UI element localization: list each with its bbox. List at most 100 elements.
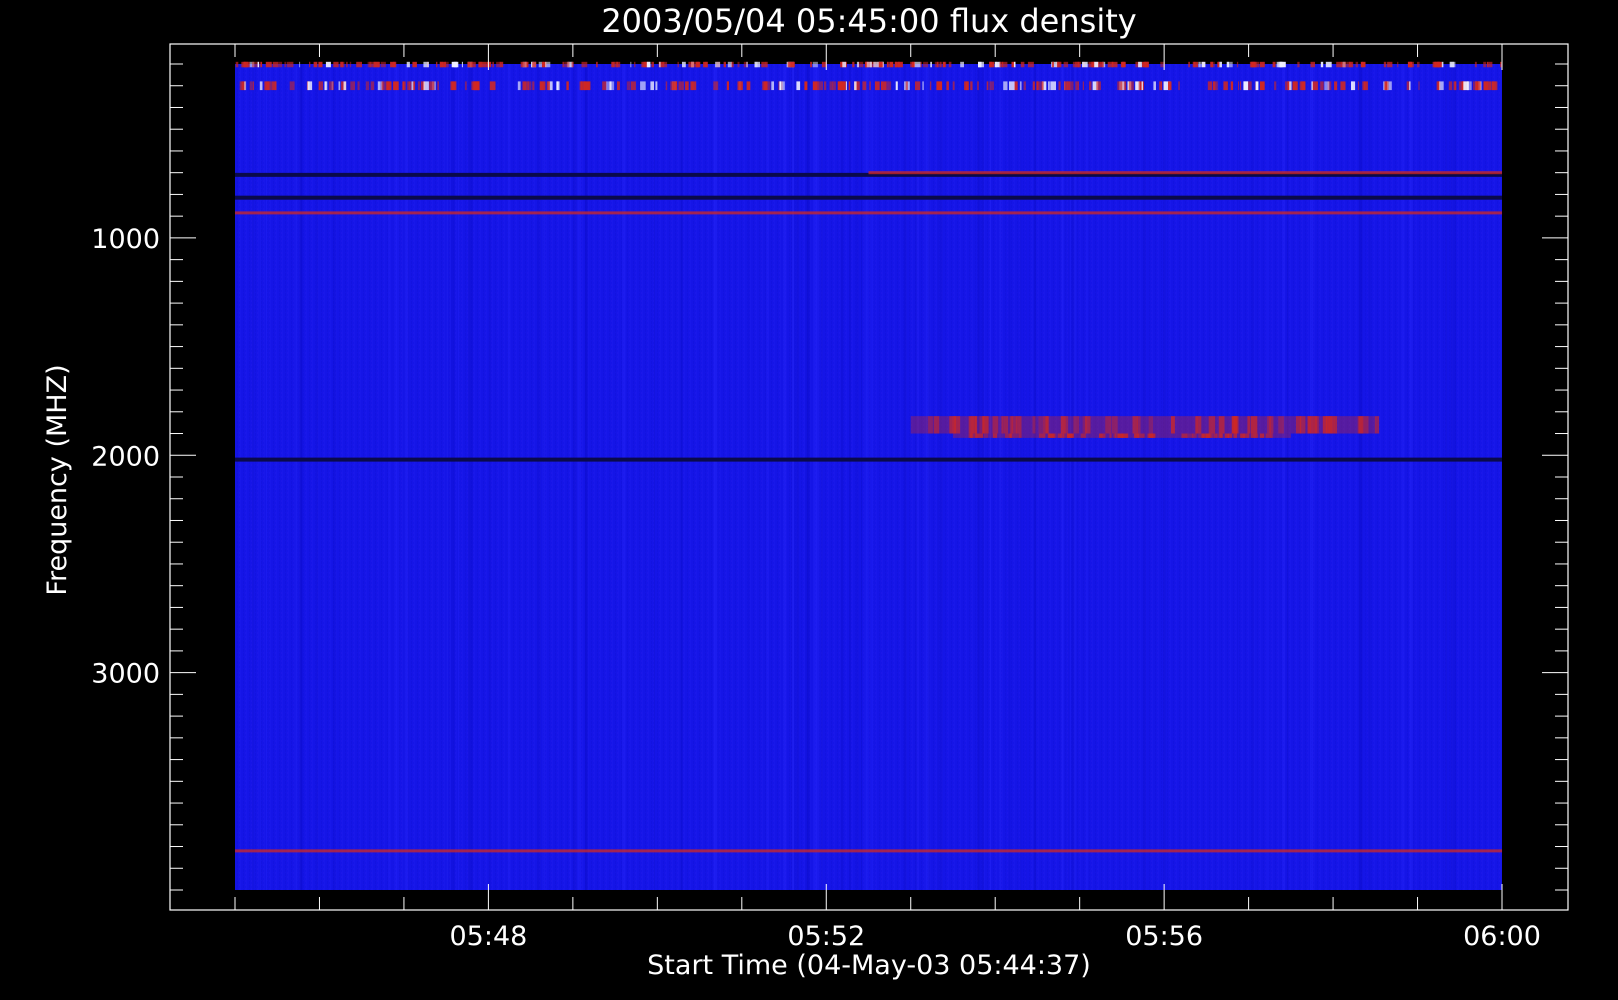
burst-segment bbox=[252, 61, 258, 68]
emission-band-segment bbox=[1233, 433, 1237, 438]
burst-segment bbox=[566, 81, 569, 91]
burst-segment bbox=[284, 61, 287, 68]
burst-segment bbox=[309, 61, 311, 68]
burst-segment bbox=[870, 61, 872, 68]
burst-segment bbox=[1448, 81, 1453, 91]
burst-segment bbox=[478, 61, 483, 68]
burst-segment bbox=[832, 81, 836, 91]
burst-segment bbox=[451, 61, 458, 68]
heatmap-streak bbox=[448, 64, 450, 890]
burst-segment bbox=[1019, 81, 1022, 91]
heatmap-streak bbox=[1143, 64, 1147, 890]
burst-segment bbox=[630, 61, 632, 68]
emission-band-segment bbox=[1278, 416, 1284, 434]
burst-segment bbox=[325, 61, 331, 68]
heatmap-streak bbox=[915, 64, 917, 890]
burst-segment bbox=[1334, 81, 1338, 91]
burst-segment bbox=[1383, 61, 1387, 68]
burst-segment bbox=[676, 81, 678, 91]
heatmap-streak bbox=[981, 64, 984, 890]
burst-segment bbox=[1096, 81, 1101, 91]
burst-segment bbox=[1128, 81, 1134, 91]
burst-segment bbox=[763, 81, 766, 91]
burst-segment bbox=[429, 81, 435, 91]
burst-segment bbox=[1320, 61, 1324, 68]
heatmap-streak bbox=[1266, 64, 1270, 890]
burst-segment bbox=[417, 81, 420, 91]
burst-segment bbox=[934, 61, 939, 68]
burst-segment bbox=[390, 61, 396, 68]
burst-segment bbox=[1051, 61, 1054, 68]
heatmap-streak bbox=[1236, 64, 1238, 890]
emission-band-segment bbox=[1084, 416, 1091, 434]
heatmap-streak bbox=[1073, 64, 1077, 890]
heatmap-streak bbox=[471, 64, 473, 890]
heatmap-streak bbox=[937, 64, 939, 890]
burst-segment bbox=[437, 81, 439, 91]
heatmap-streak bbox=[388, 64, 391, 890]
burst-segment bbox=[824, 81, 827, 91]
emission-band-segment bbox=[1109, 433, 1112, 438]
burst-segment bbox=[339, 61, 345, 68]
burst-segment bbox=[845, 81, 847, 91]
heatmap-streak bbox=[871, 64, 874, 890]
burst-segment bbox=[520, 61, 525, 68]
burst-segment bbox=[922, 81, 924, 91]
burst-segment bbox=[423, 81, 429, 91]
burst-segment bbox=[999, 61, 1004, 68]
emission-band-segment bbox=[1060, 416, 1066, 434]
heatmap-streak bbox=[1281, 64, 1285, 890]
emission-band-segment bbox=[992, 416, 999, 434]
burst-segment bbox=[856, 61, 859, 68]
burst-segment bbox=[884, 81, 887, 91]
burst-segment bbox=[492, 61, 494, 68]
heatmap-image bbox=[235, 61, 1503, 890]
burst-segment bbox=[1066, 81, 1071, 91]
red-band-line bbox=[235, 849, 1502, 853]
burst-segment bbox=[1324, 81, 1330, 91]
burst-segment bbox=[1122, 61, 1126, 68]
emission-band-segment bbox=[1073, 416, 1079, 434]
burst-segment bbox=[1469, 81, 1472, 91]
burst-segment bbox=[754, 61, 760, 68]
emission-band-segment bbox=[1111, 416, 1118, 434]
burst-segment bbox=[817, 81, 823, 91]
emission-band-segment bbox=[1195, 416, 1198, 434]
burst-segment bbox=[1466, 81, 1470, 91]
burst-segment bbox=[1441, 61, 1444, 68]
burst-segment bbox=[915, 81, 921, 91]
burst-segment bbox=[325, 81, 328, 91]
burst-segment bbox=[1117, 81, 1123, 91]
burst-segment bbox=[380, 61, 386, 68]
burst-segment bbox=[1212, 81, 1216, 91]
heatmap-streak bbox=[782, 64, 786, 890]
burst-segment bbox=[779, 81, 781, 91]
burst-segment bbox=[1099, 61, 1104, 68]
burst-segment bbox=[357, 81, 360, 91]
burst-segment bbox=[541, 61, 544, 68]
burst-segment bbox=[318, 61, 323, 68]
burst-segment bbox=[897, 61, 903, 68]
heatmap-streak bbox=[792, 64, 794, 890]
burst-segment bbox=[1360, 61, 1366, 68]
burst-segment bbox=[1438, 81, 1444, 91]
emission-band-segment bbox=[1269, 416, 1274, 434]
burst-segment bbox=[869, 81, 871, 91]
burst-segment bbox=[995, 61, 997, 68]
heatmap-streak bbox=[569, 64, 572, 890]
burst-segment bbox=[1279, 61, 1286, 68]
burst-segment bbox=[989, 81, 994, 91]
heatmap-streak bbox=[856, 64, 860, 890]
burst-segment bbox=[923, 61, 929, 68]
burst-segment bbox=[1240, 81, 1242, 91]
burst-segment bbox=[810, 61, 812, 68]
burst-segment bbox=[1238, 81, 1240, 91]
heatmap-streak bbox=[396, 64, 400, 890]
burst-segment bbox=[269, 81, 273, 91]
y-tick-label: 1000 bbox=[91, 224, 160, 255]
emission-band-segment bbox=[1247, 416, 1251, 434]
emission-band-segment bbox=[1148, 416, 1153, 434]
burst-segment bbox=[905, 81, 908, 91]
burst-segment bbox=[365, 81, 370, 91]
burst-segment bbox=[1450, 61, 1456, 68]
